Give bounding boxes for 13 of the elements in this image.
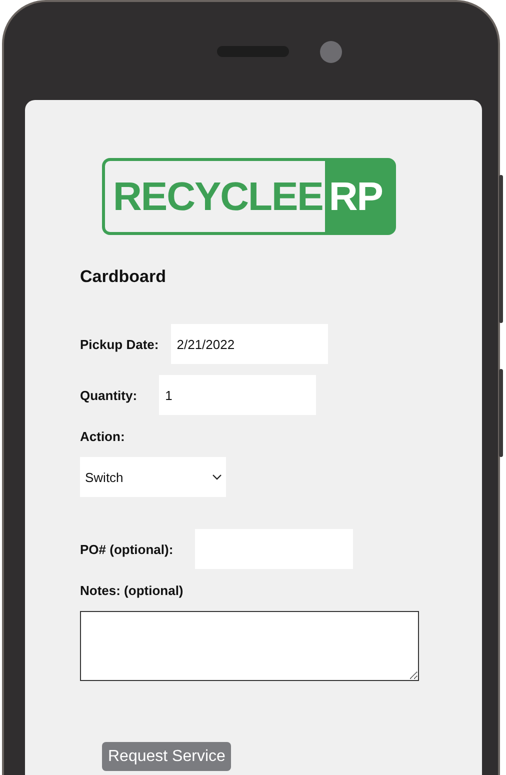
action-dropdown[interactable]: Switch xyxy=(80,457,226,497)
field-label: Pickup Date: xyxy=(80,336,159,352)
field-label: Action: xyxy=(80,429,126,444)
chevron-down-icon xyxy=(212,474,222,480)
page-heading: Cardboard xyxy=(80,267,167,287)
quantity-field[interactable]: 1 xyxy=(159,375,316,415)
field-label: PO# (optional): xyxy=(80,542,174,556)
field-label: Notes: (optional) xyxy=(80,583,184,598)
date-field[interactable]: 2/21/2022 xyxy=(170,324,328,364)
notes-field[interactable] xyxy=(80,611,419,681)
camera-lens xyxy=(320,41,342,63)
field-label: Quantity: xyxy=(80,388,138,402)
logo: RECYCLEE RP xyxy=(102,158,396,235)
